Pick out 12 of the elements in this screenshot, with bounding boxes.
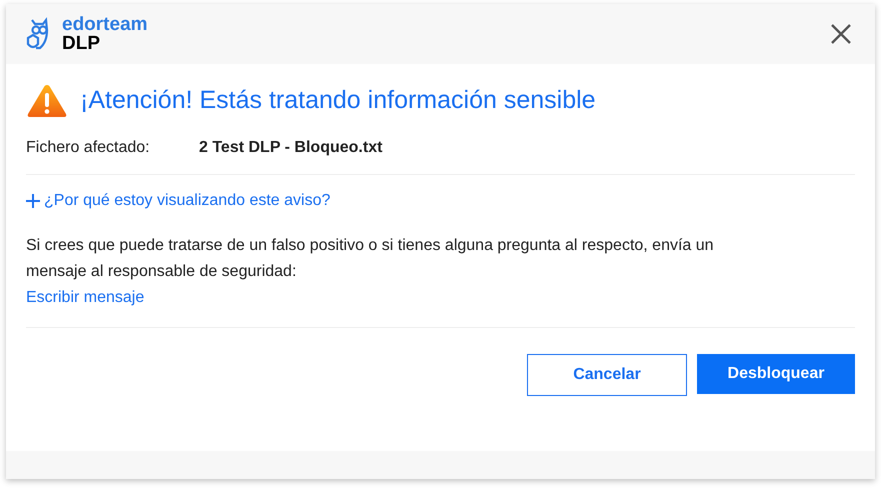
file-name: 2 Test DLP - Bloqueo.txt [199, 138, 382, 158]
product-name: DLP [62, 34, 101, 53]
message-text: Si crees que puede tratarse de un falso positivo o si tienes alguna pregunta al respecto, envía un mensaje al responsable de seguridad: [26, 236, 715, 282]
brand-name: edorteam [62, 15, 148, 34]
write-message-link[interactable]: Escribir mensaje [26, 284, 144, 310]
info-expander[interactable]: ¿Por qué estoy visualizando este aviso? [26, 188, 330, 212]
alert-title: ¡Atención! Estás tratando información sensible [80, 85, 596, 116]
plus-icon [26, 194, 40, 208]
unblock-button[interactable]: Desbloquear [697, 354, 855, 394]
cancel-button[interactable]: Cancelar [527, 354, 687, 396]
warning-icon [26, 82, 68, 119]
file-label: Fichero afectado: [26, 138, 151, 158]
